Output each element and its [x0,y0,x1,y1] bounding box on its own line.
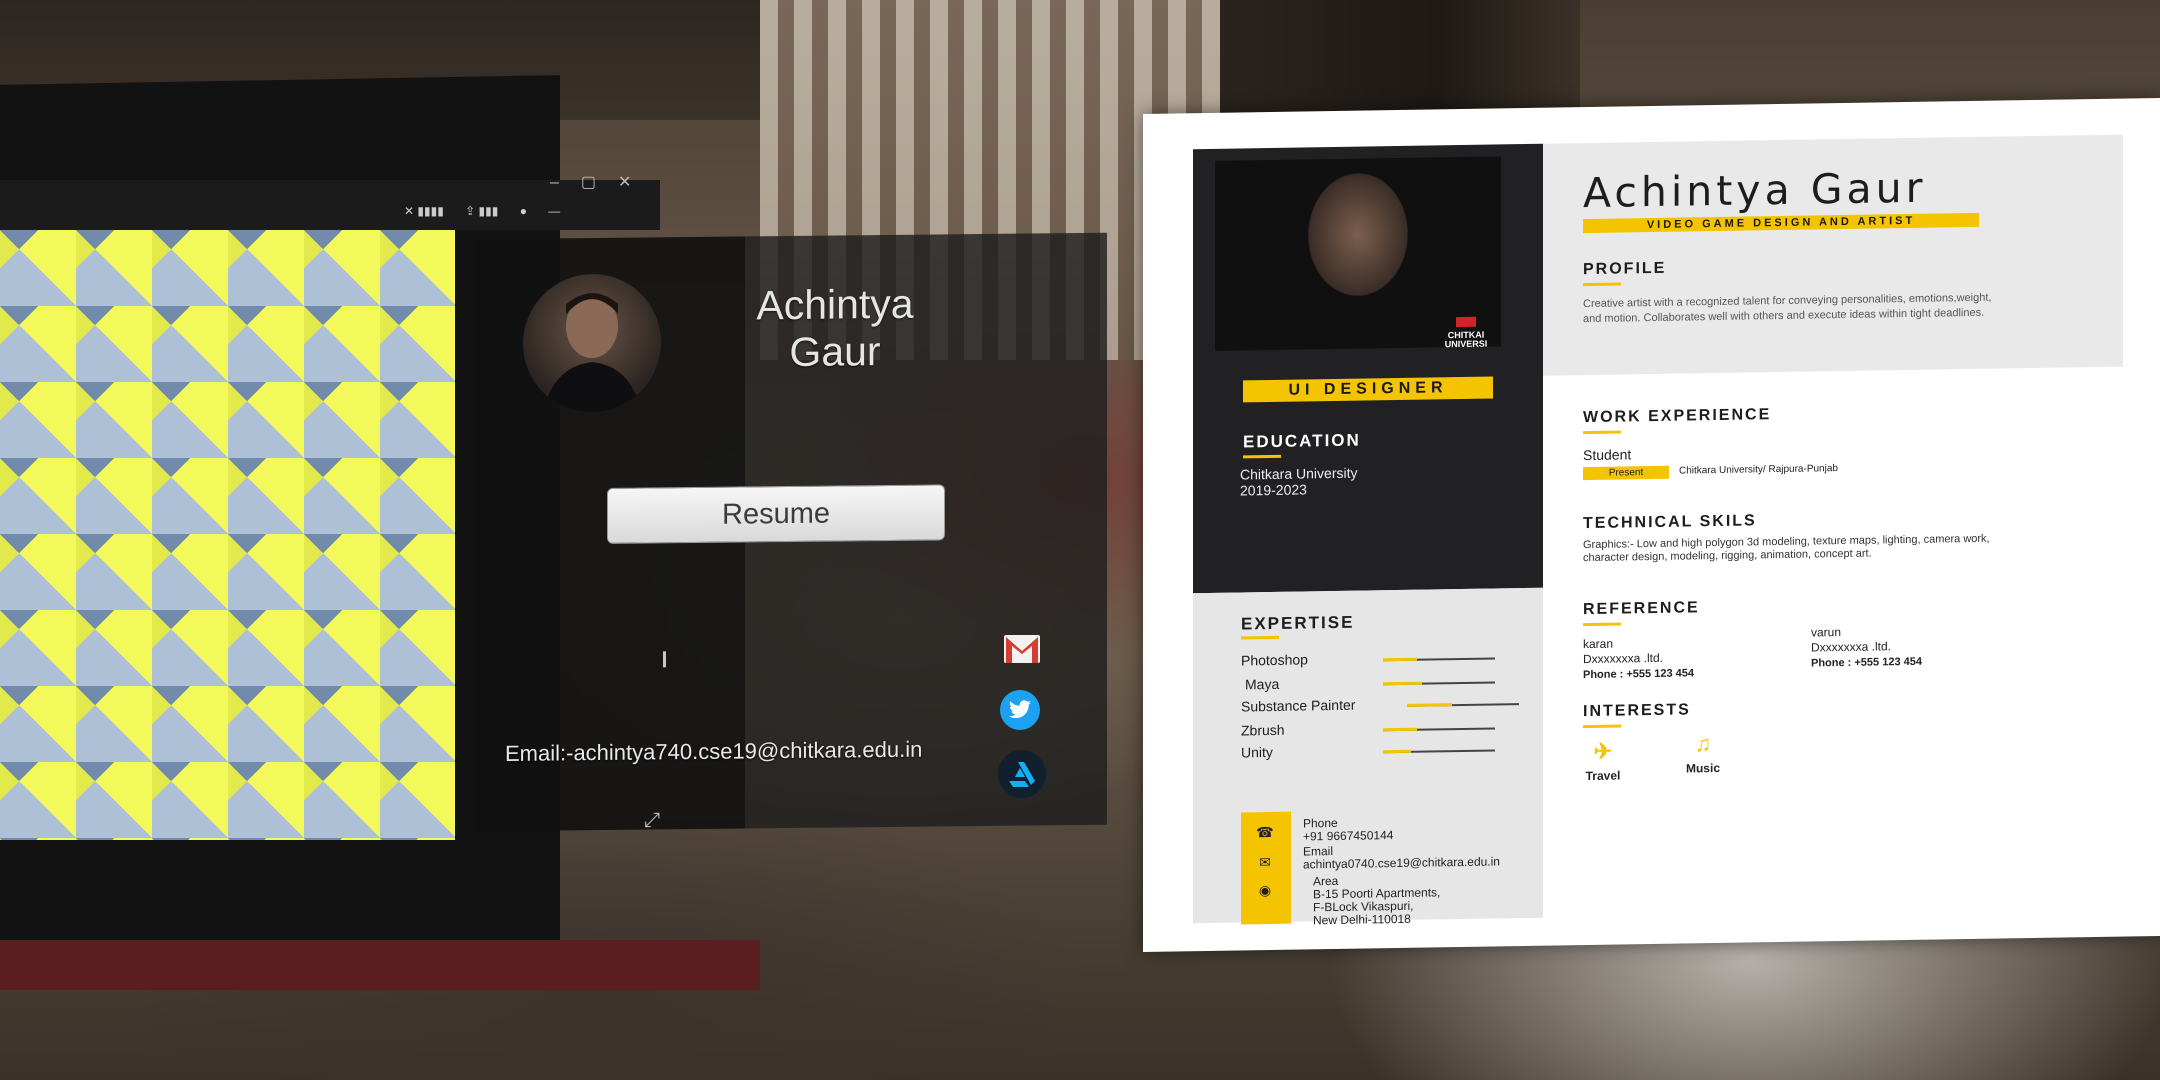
profile-underline [1583,282,1621,287]
reference-company: Dxxxxxxxa .ltd. [1583,650,1664,667]
reference-phone: Phone : +555 123 454 [1583,667,1694,682]
mail-icon: ✉ [1259,853,1271,871]
edit-create-icon[interactable]: ✕ ▮▮▮▮ [404,204,444,218]
name-last: Gaur [789,328,881,376]
reference-item: karan Dxxxxxxxa .ltd. Phone : +555 123 4… [1583,635,1694,683]
interests-title: INTERESTS [1583,701,1691,721]
expertise-underline [1241,635,1279,640]
location-icon: ◉ [1258,881,1272,899]
contact-phone: Phone +91 9667450144 [1303,816,1394,844]
education-underline [1243,454,1281,459]
panel-name: Achintya Gaur [700,280,970,377]
avatar [523,273,661,413]
twitter-icon[interactable] [1000,690,1040,730]
artstation-icon[interactable] [998,750,1046,798]
phone-icon: ☎ [1256,823,1274,841]
menu-icon[interactable]: — [548,204,560,218]
contact-address: Area B-15 Poorti Apartments, F-BLock Vik… [1313,873,1440,927]
interest-music: ♫ Music [1673,731,1733,776]
portfolio-panel: ⤢ Achintya Gaur Resume Email:-achintya74… [475,232,1107,832]
university-logo-text: CHITKAI UNIVERSI [1444,329,1488,350]
reference-phone: Phone : +555 123 454 [1811,655,1922,670]
skill-name: Zbrush [1241,721,1285,739]
technical-title: TECHNICAL SKILS [1583,512,1757,533]
reference-title: REFERENCE [1583,599,1700,619]
skill-name: Photoshop [1241,651,1308,669]
resume-name: Achintya Gaur [1583,163,1927,218]
headphones-icon: ♫ [1694,731,1712,757]
resume-document: CHITKAI UNIVERSI UI DESIGNER EDUCATION C… [1143,98,2160,953]
contact-email: Email achintya0740.cse19@chitkara.edu.in [1303,842,1500,871]
scroll-handle[interactable] [663,651,666,668]
education-title: EDUCATION [1243,430,1361,452]
university-logo: CHITKAI UNIVERSI [1433,316,1499,349]
skill-fill [1407,703,1452,707]
skill-name: Maya [1245,675,1280,693]
reference-name: karan [1583,636,1614,652]
resize-icon[interactable]: ⤢ [644,809,666,831]
gmail-icon[interactable] [1000,627,1044,671]
plane-icon: ✈ [1593,738,1613,764]
skill-name: Substance Painter [1241,696,1356,715]
interest-travel: ✈ Travel [1573,738,1633,783]
skill-fill [1383,749,1411,754]
interest-label: Travel [1585,768,1621,784]
education-years: 2019-2023 [1240,481,1307,499]
skill-name: Unity [1241,743,1273,761]
profile-title: PROFILE [1583,259,1667,279]
work-status-badge: Present [1583,465,1669,481]
reference-item: varun Dxxxxxxxa .ltd. Phone : +555 123 4… [1811,624,1922,672]
close-icon[interactable]: ✕ [618,174,653,191]
skill-fill [1383,727,1417,732]
monitor-taskbar [0,940,760,990]
maximize-icon[interactable]: ▢ [581,174,618,191]
share-icon[interactable]: ⇪ ▮▮▮ [465,204,498,218]
interest-label: Music [1685,760,1720,776]
window-controls: –▢✕ [550,172,653,192]
email-label: Email:-achintya740.cse19@chitkara.edu.in [505,736,923,766]
resume-button[interactable]: Resume [607,484,945,544]
reference-underline [1583,622,1621,627]
reference-name: varun [1811,625,1842,640]
work-underline [1583,430,1621,435]
expertise-title: EXPERTISE [1241,612,1355,634]
reference-company: Dxxxxxxxa .ltd. [1811,639,1892,655]
work-position: Student [1583,446,1632,464]
technical-text: Graphics:- Low and high polygon 3d model… [1583,532,1990,565]
resume-photo: CHITKAI UNIVERSI [1215,156,1501,351]
monitor-screen [0,230,455,840]
profile-icon[interactable]: ● [520,204,527,218]
phone-value: +91 9667450144 [1303,828,1394,844]
address-line: New Delhi-110018 [1313,911,1411,928]
skill-fill [1383,657,1417,662]
work-title: WORK EXPERIENCE [1583,406,1772,427]
name-first: Achintya [756,280,914,329]
interests-underline [1583,724,1621,729]
minimize-icon[interactable]: – [550,174,581,191]
education-school: Chitkara University [1240,464,1358,483]
skill-fill [1383,681,1422,686]
editor-toolbar: ✕ ▮▮▮▮ ⇪ ▮▮▮ ● — [404,204,578,218]
work-company: Chitkara University/ Rajpura-Punjab [1679,463,1838,477]
role-badge: UI DESIGNER [1243,376,1493,403]
